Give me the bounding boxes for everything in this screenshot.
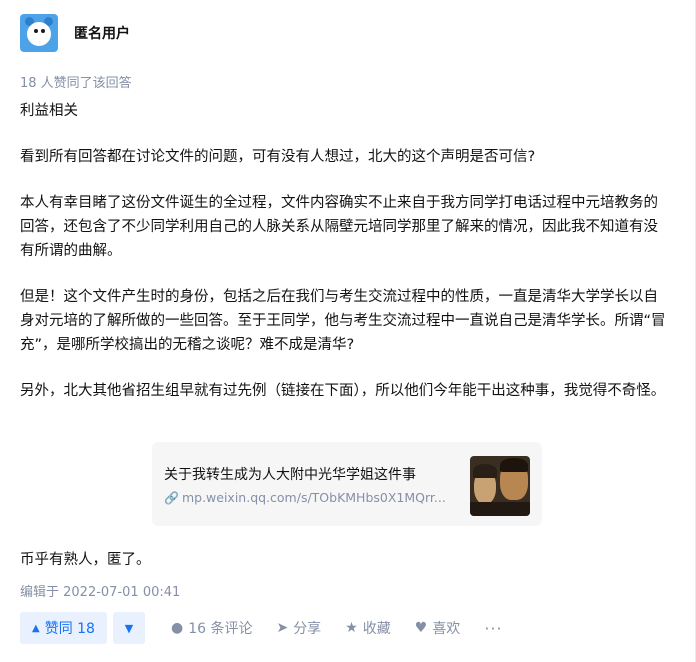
- star-icon: ★: [345, 620, 358, 636]
- share-button[interactable]: ➤ 分享: [276, 618, 321, 638]
- edited-timestamp[interactable]: 编辑于 2022-07-01 00:41: [20, 581, 180, 600]
- paragraph: 看到所有回答都在讨论文件的问题，可有没有人想过，北大的这个声明是否可信?: [20, 149, 536, 165]
- thumbnail-image: [470, 456, 530, 516]
- paragraph: 利益相关: [20, 103, 78, 119]
- paragraph: 币乎有熟人，匿了。: [20, 552, 151, 568]
- paragraph: 但是！这个文件产生时的身份，包括之后在我们与考生交流过程中的性质，一直是清华大学…: [20, 289, 666, 353]
- answer-content: 利益相关 看到所有回答都在讨论文件的问题，可有没有人想过，北大的这个声明是否可信…: [20, 99, 672, 425]
- author-name[interactable]: 匿名用户: [74, 23, 130, 43]
- comment-icon: ●: [170, 620, 184, 636]
- comment-label: 16 条评论: [188, 621, 253, 637]
- upvote-label: 赞同 18: [44, 621, 95, 637]
- paragraph: 另外，北大其他省招生组早就有过先例（链接在下面），所以他们今年能干出这种事，我觉…: [20, 383, 666, 399]
- comment-button[interactable]: ● 16 条评论: [171, 618, 252, 638]
- favorite-button[interactable]: ★ 收藏: [345, 618, 391, 638]
- link-card-title: 关于我转生成为人大附中光华学姐这件事: [164, 467, 416, 483]
- more-button[interactable]: ···: [484, 619, 502, 638]
- triangle-down-icon: ▼: [124, 621, 134, 635]
- heart-icon: ♥: [414, 620, 428, 636]
- share-icon: ➤: [276, 620, 289, 636]
- triangle-up-icon: ▲: [32, 622, 40, 634]
- link-url-text: mp.weixin.qq.com/s/TObKMHbs0X1MQrr...: [181, 490, 446, 505]
- downvote-button[interactable]: ▼: [112, 612, 145, 644]
- favorite-label: 收藏: [362, 621, 391, 637]
- upvote-button[interactable]: ▲ 赞同 18: [20, 612, 107, 644]
- share-label: 分享: [293, 621, 322, 637]
- link-card-url: 🔗 mp.weixin.qq.com/s/TObKMHbs0X1MQrr...: [164, 490, 446, 505]
- link-card[interactable]: 关于我转生成为人大附中光华学姐这件事 🔗 mp.weixin.qq.com/s/…: [152, 442, 542, 526]
- link-icon: 🔗: [164, 490, 179, 505]
- action-bar: ▲ 赞同 18 ▼ ● 16 条评论 ➤ 分享 ★ 收藏 ♥ 喜欢 ···: [20, 611, 503, 645]
- upvote-count-text: 18 人赞同了该回答: [20, 76, 132, 91]
- like-label: 喜欢: [432, 621, 461, 637]
- avatar[interactable]: [20, 14, 58, 52]
- like-button[interactable]: ♥ 喜欢: [415, 618, 461, 638]
- paragraph: 本人有幸目睹了这份文件诞生的全过程，文件内容确实不止来自于我方同学打电话过程中元…: [20, 195, 658, 259]
- author-info: 匿名用户: [20, 14, 130, 52]
- answer-card: 匿名用户 18 人赞同了该回答 利益相关 看到所有回答都在讨论文件的问题，可有没…: [0, 0, 696, 662]
